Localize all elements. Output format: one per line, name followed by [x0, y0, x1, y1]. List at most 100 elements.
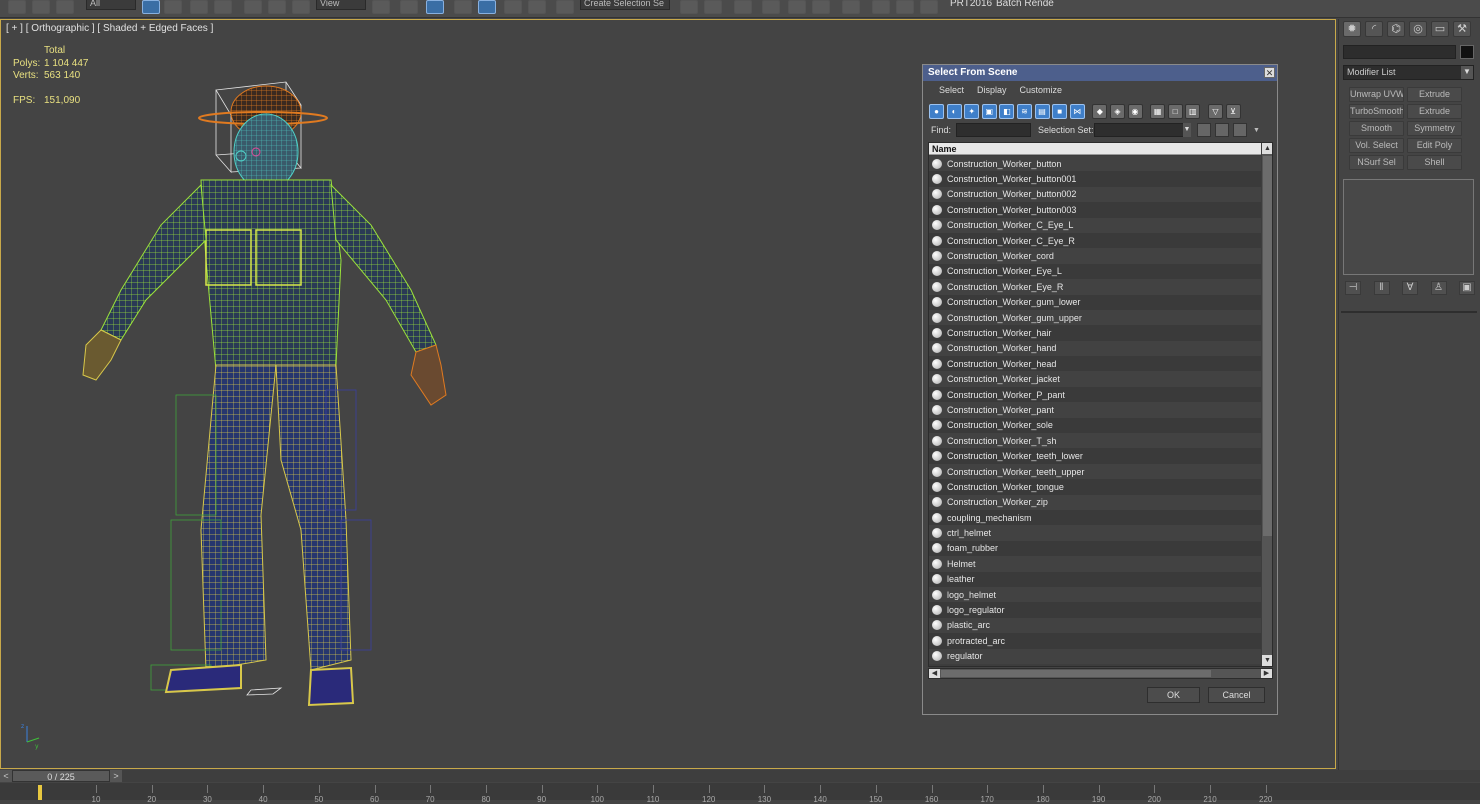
frame-counter[interactable]: 0 / 225	[12, 770, 110, 782]
toggle-ribbon-icon[interactable]	[762, 0, 780, 14]
list-item[interactable]: leather	[929, 571, 1261, 587]
display-bones-icon[interactable]: ⋈	[1069, 103, 1085, 119]
make-unique-icon[interactable]: ∀	[1402, 281, 1418, 295]
menu-display[interactable]: Display	[977, 82, 1007, 98]
keyboard-shortcut-toggle-icon[interactable]	[426, 0, 444, 14]
scroll-down-icon[interactable]: ▼	[1262, 655, 1272, 666]
mirror-icon[interactable]	[680, 0, 698, 14]
batch-render-button[interactable]: Batch Render...	[996, 0, 1054, 9]
list-item[interactable]: Construction_Worker_button002	[929, 186, 1261, 203]
select-manipulate-icon[interactable]	[400, 0, 418, 14]
list-item[interactable]: ctrl_helmet	[929, 525, 1261, 541]
unlink-icon[interactable]	[32, 0, 50, 14]
find-input[interactable]	[956, 123, 1031, 137]
snaps-toggle-icon[interactable]	[454, 0, 472, 14]
reference-coordinate-dropdown[interactable]: View	[316, 0, 366, 10]
list-item[interactable]: Construction_Worker_cord	[929, 248, 1261, 264]
list-item[interactable]: Construction_Worker_gum_lower	[929, 294, 1261, 310]
list-item[interactable]: logo_helmet	[929, 586, 1261, 603]
object-name-field[interactable]	[1343, 45, 1456, 59]
list-item[interactable]: foam_rubber	[929, 540, 1261, 557]
layer-explorer-icon[interactable]	[734, 0, 752, 14]
extrude-button[interactable]: Extrude	[1407, 87, 1462, 102]
scroll-left-icon[interactable]: ◀	[929, 669, 940, 678]
list-item[interactable]: Construction_Worker_hand	[929, 340, 1261, 357]
pin-stack-icon[interactable]: ⊣	[1345, 281, 1361, 295]
list-item[interactable]: Construction_Worker_jacket	[929, 371, 1261, 387]
modify-tab-icon[interactable]: ◜	[1365, 21, 1383, 37]
list-item[interactable]: regulator	[929, 648, 1261, 664]
display-all-icon[interactable]: ▦	[1150, 103, 1166, 119]
construction-worker-model[interactable]	[41, 60, 461, 710]
scene-object-list[interactable]: Name Construction_Worker_button Construct…	[928, 142, 1273, 667]
prt-label[interactable]: PRT2016	[950, 0, 992, 9]
load-selection-set-icon[interactable]	[1215, 123, 1229, 137]
curve-editor-icon[interactable]	[788, 0, 806, 14]
edit-named-selection-icon[interactable]	[556, 0, 574, 14]
list-item[interactable]: Construction_Worker_C_Eye_L	[929, 217, 1261, 233]
display-none-icon[interactable]: □	[1167, 103, 1183, 119]
filter-options-icon[interactable]: ⊻	[1225, 103, 1241, 119]
rectangular-selection-icon[interactable]	[190, 0, 208, 14]
configure-modifier-sets-icon[interactable]: ▣	[1459, 281, 1475, 295]
smooth-button[interactable]: Smooth	[1349, 121, 1404, 136]
invert-display-icon[interactable]: ▥	[1185, 103, 1201, 119]
show-end-result-icon[interactable]: ‖	[1373, 281, 1390, 295]
options-arrow-icon[interactable]: ▼	[1253, 127, 1260, 134]
modifier-stack[interactable]	[1343, 179, 1474, 275]
render-setup-icon[interactable]	[872, 0, 890, 14]
edit-poly-button[interactable]: Edit Poly	[1407, 138, 1462, 153]
display-spacewarps-icon[interactable]: ≋	[1016, 103, 1032, 119]
list-item[interactable]: Construction_Worker_zip	[929, 494, 1261, 510]
close-icon[interactable]: ✕	[1264, 67, 1275, 78]
display-shapes-icon[interactable]: ◐	[946, 103, 962, 119]
rendered-frame-window-icon[interactable]	[896, 0, 914, 14]
next-frame-icon[interactable]: >	[110, 770, 122, 782]
bind-to-space-warp-icon[interactable]	[56, 0, 74, 14]
move-icon[interactable]	[244, 0, 262, 14]
list-item[interactable]: Construction_Worker_button003	[929, 202, 1261, 218]
list-item[interactable]: Construction_Worker_sole	[929, 417, 1261, 434]
selection-set-dropdown[interactable]	[1094, 123, 1184, 137]
list-item[interactable]: protracted_arc	[929, 633, 1261, 649]
scroll-up-icon[interactable]: ▲	[1262, 143, 1272, 154]
dialog-title[interactable]: Select From Scene	[923, 65, 1277, 81]
horizontal-scrollbar[interactable]: ◀ ▶	[928, 668, 1273, 679]
time-cursor[interactable]	[38, 785, 42, 800]
object-color-swatch[interactable]	[1460, 45, 1474, 59]
prev-frame-icon[interactable]: <	[0, 770, 12, 782]
selection-filter-dropdown[interactable]: All	[86, 0, 136, 10]
remove-selection-set-icon[interactable]	[1233, 123, 1247, 137]
display-cameras-icon[interactable]: ▣	[981, 103, 997, 119]
angle-snap-icon[interactable]	[478, 0, 496, 14]
list-item[interactable]: Construction_Worker_teeth_lower	[929, 448, 1261, 464]
save-selection-set-icon[interactable]	[1197, 123, 1211, 137]
list-item[interactable]: Construction_Worker_head	[929, 356, 1261, 372]
extrude-button-2[interactable]: Extrude	[1407, 104, 1462, 119]
list-item[interactable]: Construction_Worker_C_Eye_R	[929, 232, 1261, 249]
nsurf-sel-button[interactable]: NSurf Sel	[1349, 155, 1404, 170]
vertical-scrollbar[interactable]: ▲ ▼	[1262, 143, 1272, 666]
scroll-right-icon[interactable]: ▶	[1261, 669, 1272, 678]
pivot-center-icon[interactable]	[372, 0, 390, 14]
utilities-tab-icon[interactable]: ⚒	[1453, 21, 1471, 37]
scroll-thumb[interactable]	[1263, 156, 1272, 536]
list-item[interactable]: Construction_Worker_button	[929, 156, 1261, 172]
list-item[interactable]: logo_regulator	[929, 602, 1261, 618]
list-item[interactable]: Construction_Worker_Eye_R	[929, 279, 1261, 295]
display-hidden-icon[interactable]: ◉	[1127, 103, 1143, 119]
list-item[interactable]: Construction_Worker_gum_upper	[929, 309, 1261, 326]
percent-snap-icon[interactable]	[504, 0, 522, 14]
chevron-down-icon[interactable]: ▼	[1183, 123, 1191, 137]
list-item[interactable]: Construction_Worker_P_pant	[929, 386, 1261, 403]
schematic-view-icon[interactable]	[812, 0, 830, 14]
list-item[interactable]: plastic_arc	[929, 617, 1261, 634]
shell-button[interactable]: Shell	[1407, 155, 1462, 170]
list-item[interactable]: Helmet	[929, 556, 1261, 572]
display-helpers-icon[interactable]: ◧	[999, 103, 1015, 119]
select-object-icon[interactable]	[142, 0, 160, 14]
list-item[interactable]: Construction_Worker_teeth_upper	[929, 463, 1261, 480]
filter-icon[interactable]: ▽	[1207, 103, 1223, 119]
display-geometry-icon[interactable]: ●	[929, 103, 944, 119]
window-crossing-icon[interactable]	[214, 0, 232, 14]
